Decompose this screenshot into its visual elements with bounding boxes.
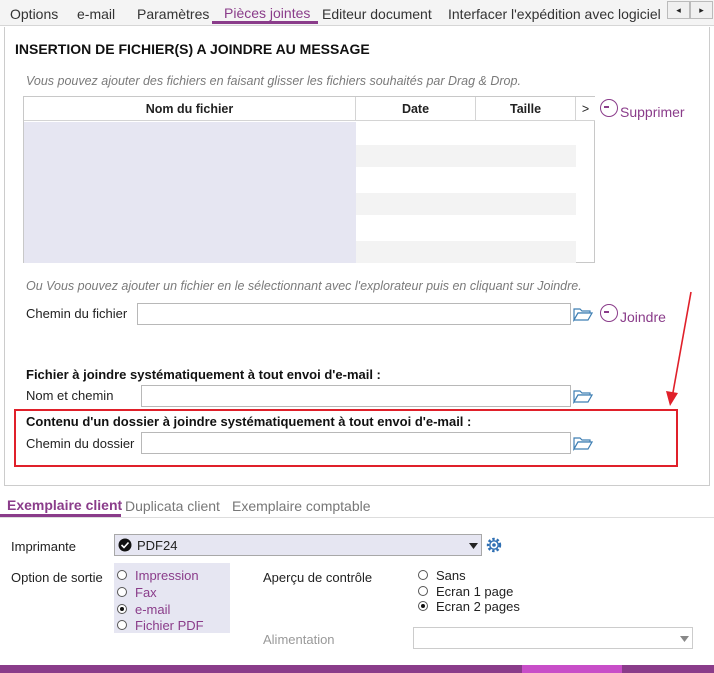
filename-column-area	[24, 122, 356, 263]
tab-duplicata-client[interactable]: Duplicata client	[125, 498, 220, 514]
tab-pieces-jointes[interactable]: Pièces jointes	[224, 5, 310, 21]
option-ecran-2-label[interactable]: Ecran 2 pages	[436, 599, 520, 614]
chevron-down-icon	[469, 543, 478, 549]
output-options-group: Impression Fax e-mail Fichier PDF	[114, 563, 230, 633]
feed-label: Alimentation	[263, 632, 335, 647]
radio-impression[interactable]	[117, 570, 127, 580]
tab-scroll-arrows: ◂ ▸	[666, 1, 714, 19]
file-path-input[interactable]	[137, 303, 571, 325]
attachments-table[interactable]: Nom du fichier Date Taille >	[23, 96, 595, 263]
tab-scroll-left-icon[interactable]: ◂	[667, 1, 690, 19]
footer-active-segment	[522, 665, 622, 673]
delete-button[interactable]: Supprimer	[600, 98, 690, 122]
remove-circle-icon	[600, 99, 618, 117]
folder-path-input[interactable]	[141, 432, 571, 454]
table-row-stripe	[356, 145, 576, 167]
table-row-stripe	[356, 193, 576, 215]
file-path-label: Chemin du fichier	[26, 306, 128, 321]
preview-label: Aperçu de contrôle	[263, 570, 373, 585]
tab-editeur-document[interactable]: Editeur document	[322, 6, 432, 22]
radio-fax[interactable]	[117, 587, 127, 597]
browse-hint: Ou Vous pouvez ajouter un fichier en le …	[26, 279, 582, 293]
table-row-stripe	[356, 241, 576, 263]
table-scroll-right-icon[interactable]: >	[576, 97, 595, 121]
tab-options[interactable]: Options	[10, 6, 58, 22]
tab-email[interactable]: e-mail	[77, 6, 115, 22]
check-circle-icon	[118, 538, 132, 552]
chevron-down-icon	[680, 636, 689, 642]
active-tab-underline	[0, 514, 121, 517]
output-label: Option de sortie	[11, 570, 103, 585]
tab-parametres[interactable]: Paramètres	[137, 6, 209, 22]
gear-icon[interactable]	[485, 536, 503, 554]
systematic-folder-title: Contenu d'un dossier à joindre systémati…	[26, 414, 472, 429]
name-path-label: Nom et chemin	[26, 388, 114, 403]
option-impression-label[interactable]: Impression	[135, 568, 199, 583]
option-pdf-label[interactable]: Fichier PDF	[135, 618, 204, 633]
option-ecran-1-label[interactable]: Ecran 1 page	[436, 584, 513, 599]
folder-path-label: Chemin du dossier	[26, 436, 135, 451]
folder-open-icon[interactable]	[573, 388, 593, 404]
active-tab-underline	[212, 21, 318, 24]
column-header-size[interactable]: Taille	[476, 97, 576, 121]
tab-exemplaire-comptable[interactable]: Exemplaire comptable	[232, 498, 371, 514]
attachments-title: INSERTION DE FICHIER(S) A JOINDRE AU MES…	[15, 41, 370, 57]
printer-label: Imprimante	[11, 539, 77, 554]
tab-interfacer-expedition[interactable]: Interfacer l'expédition avec logiciel	[448, 6, 666, 22]
name-path-input[interactable]	[141, 385, 571, 407]
feed-select[interactable]	[413, 627, 693, 649]
tab-exemplaire-client[interactable]: Exemplaire client	[7, 497, 122, 513]
tab-scroll-right-icon[interactable]: ▸	[690, 1, 713, 19]
option-sans-label[interactable]: Sans	[436, 568, 466, 583]
column-header-filename[interactable]: Nom du fichier	[24, 97, 356, 121]
delete-label: Supprimer	[620, 104, 685, 120]
systematic-file-title: Fichier à joindre systématiquement à tou…	[26, 367, 381, 382]
option-fax-label[interactable]: Fax	[135, 585, 157, 600]
attach-circle-icon	[600, 304, 618, 322]
printer-select[interactable]: PDF24	[114, 534, 482, 556]
radio-email[interactable]	[117, 604, 127, 614]
folder-open-icon[interactable]	[573, 435, 593, 451]
radio-ecran-2-pages[interactable]	[418, 601, 428, 611]
top-tab-bar: Options e-mail Paramètres Pièces jointes…	[0, 0, 714, 26]
drag-drop-hint: Vous pouvez ajouter des fichiers en fais…	[26, 74, 521, 88]
radio-fichier-pdf[interactable]	[117, 620, 127, 630]
radio-ecran-1-page[interactable]	[418, 586, 428, 596]
option-email-label[interactable]: e-mail	[135, 602, 170, 617]
printer-value: PDF24	[137, 538, 178, 553]
annotation-arrow-icon	[666, 291, 692, 406]
copy-tab-bar: Exemplaire client Duplicata client Exemp…	[0, 494, 714, 518]
folder-open-icon[interactable]	[573, 306, 593, 322]
column-header-date[interactable]: Date	[356, 97, 476, 121]
radio-sans[interactable]	[418, 570, 428, 580]
